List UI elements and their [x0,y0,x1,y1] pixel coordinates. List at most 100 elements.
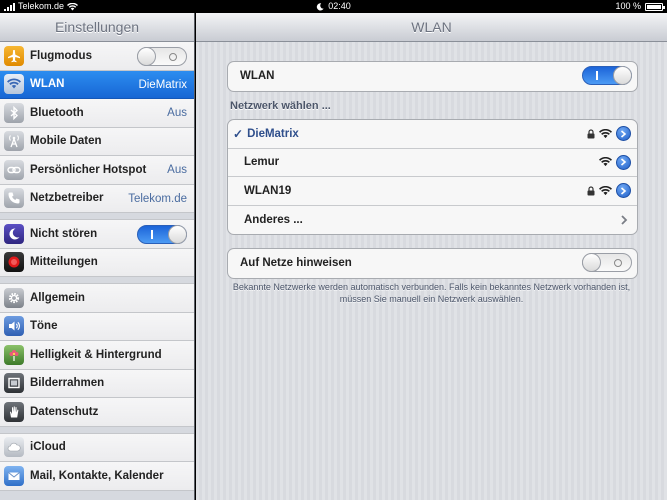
network-name: WLAN19 [244,184,292,197]
sidebar-group-gap [0,277,194,284]
sidebar-item-mobile-daten[interactable]: Mobile Daten [0,127,194,156]
sidebar-item-netzbetreiber[interactable]: Netzbetreiber Telekom.de [0,184,194,213]
nicht-stoeren-toggle[interactable] [137,225,187,244]
sidebar-item-label: iCloud [30,441,66,454]
sidebar-item-mitteilungen[interactable]: Mitteilungen [0,248,194,277]
status-right: 100 % [615,0,665,13]
status-center: 02:40 [0,0,667,13]
sidebar-item-bluetooth[interactable]: Bluetooth Aus [0,99,194,128]
sidebar-item-label: Bilderrahmen [30,377,105,390]
sidebar-item-value: Aus [167,107,187,119]
phone-icon [4,188,24,209]
sidebar-item-label: Allgemein [30,291,85,304]
other-network-label: Anderes ... [244,213,303,226]
cloud-icon [4,437,24,458]
wlan-detail-pane: WLAN WLAN Netzwerk wählen ... ✓ DieMatri… [196,13,667,500]
detail-disclosure-button[interactable] [616,154,631,170]
hand-icon [4,401,24,422]
sidebar-item-label: Nicht stören [30,227,98,240]
sidebar-item-bilderrahmen[interactable]: Bilderrahmen [0,369,194,398]
wifi-signal-icon [599,185,612,195]
lock-icon [587,128,595,138]
flower-icon [4,344,24,365]
network-name: DieMatrix [247,127,299,140]
sidebar-item-icloud[interactable]: iCloud [0,433,194,462]
sidebar-item-hotspot[interactable]: Persönlicher Hotspot Aus [0,156,194,185]
detail-disclosure-button[interactable] [616,126,631,141]
battery-icon [645,2,665,11]
chevron-right-icon [620,129,627,138]
chevron-right-icon [620,186,627,195]
chevron-right-icon [621,214,628,225]
network-row-wlan19[interactable]: WLAN19 [228,177,637,206]
sidebar-item-value: Aus [167,164,187,176]
status-bar: Telekom.de 02:40 100 % [0,0,667,13]
sidebar-item-label: Mail, Kontakte, Kalender [30,469,164,482]
sidebar-list: Flugmodus WLAN DieMatrix Bluetooth Aus M… [0,42,194,491]
mail-icon [4,465,24,486]
sidebar-title: Einstellungen [0,13,194,42]
notifications-icon [4,252,24,273]
sidebar-item-label: WLAN [30,78,65,91]
sidebar-item-toene[interactable]: Töne [0,312,194,341]
ask-to-join-row: Auf Netze hinweisen [228,249,637,278]
sidebar-group-gap [0,426,194,434]
wlan-row: WLAN [228,62,637,91]
wifi-signal-icon [599,128,612,138]
speaker-icon [4,316,24,337]
chain-link-icon [4,159,24,180]
wifi-icon [4,74,24,95]
gear-icon [4,287,24,308]
network-row-other[interactable]: Anderes ... [228,206,637,235]
flugmodus-toggle[interactable] [137,47,187,66]
sidebar-item-label: Persönlicher Hotspot [30,163,147,176]
clock: 02:40 [328,1,351,11]
network-status-icons [587,183,631,198]
sidebar-item-label: Flugmodus [30,49,92,62]
sidebar-item-helligkeit[interactable]: Helligkeit & Hintergrund [0,341,194,370]
network-status-icons [587,126,631,141]
detail-disclosure-button[interactable] [616,183,631,198]
sidebar-item-label: Netzbetreiber [30,192,104,205]
moon-status-icon [317,2,324,11]
sidebar-item-flugmodus[interactable]: Flugmodus [0,42,194,71]
network-list: ✓ DieMatrix Lemur WLAN19 Anderes ... [227,119,638,235]
bluetooth-icon [4,102,24,123]
airplane-icon [4,45,24,66]
wifi-signal-icon [599,157,612,167]
sidebar-item-nicht-stoeren[interactable]: Nicht stören [0,220,194,249]
settings-sidebar: Einstellungen Flugmodus WLAN DieMatrix B… [0,13,195,500]
detail-title: WLAN [196,13,667,42]
wlan-toggle[interactable] [582,66,632,85]
battery-percent: 100 % [615,1,641,11]
network-row-lemur[interactable]: Lemur [228,149,637,177]
sidebar-item-label: Mobile Daten [30,135,102,148]
checkmark-icon: ✓ [233,126,244,141]
sidebar-group-gap [0,213,194,220]
picture-frame-icon [4,373,24,394]
network-section-header: Netzwerk wählen ... [230,100,331,112]
ask-to-join-footer-note: Bekannte Netzwerke werden automatisch ve… [232,282,631,304]
sidebar-item-allgemein[interactable]: Allgemein [0,284,194,313]
sidebar-item-label: Bluetooth [30,106,84,119]
network-status-icons [599,154,631,170]
wlan-toggle-group: WLAN [227,61,638,92]
antenna-icon [4,131,24,152]
ask-to-join-toggle[interactable] [582,253,632,272]
sidebar-item-label: Helligkeit & Hintergrund [30,348,162,361]
network-row-diematrix[interactable]: ✓ DieMatrix [228,120,637,149]
ask-to-join-label: Auf Netze hinweisen [240,257,352,270]
lock-icon [587,185,595,195]
sidebar-item-value: Telekom.de [128,192,187,205]
sidebar-item-mail[interactable]: Mail, Kontakte, Kalender [0,462,194,491]
wlan-label: WLAN [240,70,275,83]
sidebar-item-value: DieMatrix [138,78,187,91]
ask-to-join-group: Auf Netze hinweisen [227,248,638,279]
chevron-right-icon [620,158,627,166]
sidebar-item-label: Datenschutz [30,405,99,418]
network-name: Lemur [244,156,280,169]
sidebar-item-label: Töne [30,320,58,333]
sidebar-item-datenschutz[interactable]: Datenschutz [0,398,194,427]
moon-icon [4,223,24,244]
sidebar-item-wlan[interactable]: WLAN DieMatrix [0,70,194,99]
